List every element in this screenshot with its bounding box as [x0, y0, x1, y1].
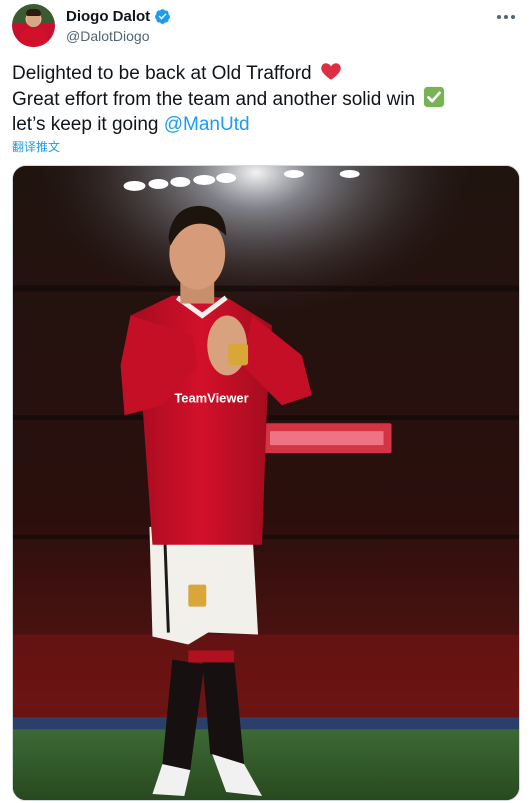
more-options-icon[interactable]	[494, 10, 518, 24]
shirt-sponsor-text: TeamViewer	[174, 390, 248, 405]
tweet-photo[interactable]: TeamViewer	[12, 165, 520, 801]
verified-badge-icon	[155, 9, 171, 24]
tweet-line-3: let’s keep it going @ManUtd	[12, 114, 250, 135]
tweet-text: Delighted to be back at Old Trafford Gre…	[12, 60, 518, 137]
translate-tweet-link[interactable]: 翻译推文	[12, 138, 60, 155]
photo-of-player-applauding-icon: TeamViewer	[13, 166, 519, 800]
white-check-mark-icon	[424, 86, 445, 108]
tweet-header: Diogo Dalot @DalotDiogo	[12, 4, 518, 48]
red-heart-icon	[321, 63, 341, 80]
tweet-line-2: Great effort from the team and another s…	[12, 86, 518, 112]
author-name-row[interactable]: Diogo Dalot	[66, 8, 171, 25]
author-display-name[interactable]: Diogo Dalot	[66, 8, 150, 25]
tweet-line-1: Delighted to be back at Old Trafford	[12, 60, 518, 86]
avatar[interactable]	[12, 4, 55, 47]
mention-link[interactable]: @ManUtd	[164, 114, 250, 135]
author-handle[interactable]: @DalotDiogo	[66, 28, 149, 44]
